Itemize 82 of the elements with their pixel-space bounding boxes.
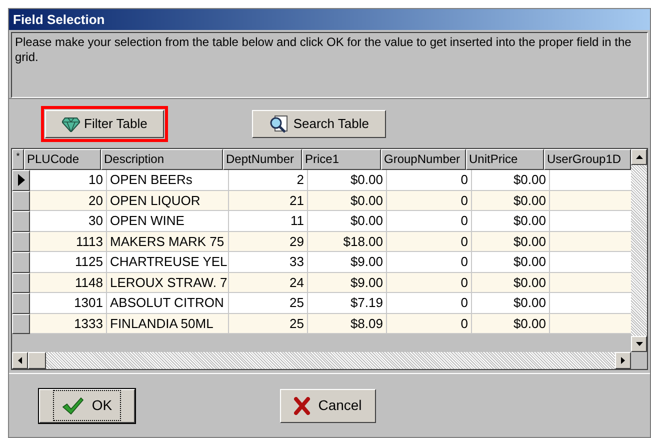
table-cell: 2 xyxy=(229,170,308,190)
dialog-button[interactable]: OK xyxy=(39,388,135,422)
magnifier-icon xyxy=(269,114,290,132)
scroll-thumb[interactable] xyxy=(28,352,46,369)
table-cell: 24 xyxy=(229,272,308,293)
table-cell: 0 xyxy=(387,170,472,190)
row-pointer-icon xyxy=(18,174,24,186)
table-cell: $0.00 xyxy=(472,190,550,211)
table-cell: 11 xyxy=(229,211,308,232)
cross-icon xyxy=(294,396,310,414)
dialog-button[interactable]: Cancel xyxy=(280,388,376,422)
table-cell: 1148 xyxy=(30,272,107,293)
toolbar-button[interactable]: Filter Table xyxy=(45,110,164,138)
table-cell: $0.00 xyxy=(472,293,550,314)
down-arrow-icon xyxy=(636,342,642,346)
right-arrow-icon xyxy=(621,357,625,364)
table-cell: 1333 xyxy=(30,314,107,334)
table-cell: FINLANDIA 50ML xyxy=(107,314,229,334)
table-cell: 0 xyxy=(387,190,472,211)
table-cell: $0.00 xyxy=(472,211,550,232)
row-indicator[interactable] xyxy=(12,252,30,272)
table-cell: 0 xyxy=(387,272,472,293)
row-indicator[interactable] xyxy=(12,232,30,252)
table-cell: 1301 xyxy=(30,293,107,314)
row-indicator[interactable] xyxy=(12,272,30,293)
table-cell: 1113 xyxy=(30,232,107,252)
table-cell: $0.00 xyxy=(472,170,550,190)
row-indicator[interactable] xyxy=(12,314,30,334)
row-indicator[interactable] xyxy=(12,170,30,190)
table-cell: $9.00 xyxy=(308,252,387,272)
checkmark-icon xyxy=(62,396,84,414)
gem-icon xyxy=(62,116,80,132)
table-cell: 10 xyxy=(30,170,107,190)
table-cell: OPEN BEERs xyxy=(107,170,229,190)
table-cell: 25 xyxy=(229,293,308,314)
table-cell: 0 xyxy=(387,293,472,314)
column-header[interactable]: DeptNumber xyxy=(223,149,302,170)
column-header[interactable]: UserGroup1D xyxy=(544,149,631,170)
column-header[interactable]: Price1 xyxy=(302,149,381,170)
table-cell: $18.00 xyxy=(308,232,387,252)
column-header[interactable]: UnitPrice xyxy=(466,149,544,170)
table-cell: 29 xyxy=(229,232,308,252)
table-cell: OPEN WINE xyxy=(107,211,229,232)
table-cell: 33 xyxy=(229,252,308,272)
table-cell: 0 xyxy=(387,314,472,334)
row-indicator[interactable] xyxy=(12,211,30,232)
table-cell: $0.00 xyxy=(472,314,550,334)
table-cell: MAKERS MARK 75 xyxy=(107,232,229,252)
table-cell: LEROUX STRAW. 7 xyxy=(107,272,229,293)
column-header[interactable]: PLUCode xyxy=(24,149,101,170)
corner-cell: * xyxy=(12,149,24,170)
row-indicator[interactable] xyxy=(12,293,30,314)
table-cell: $0.00 xyxy=(308,170,387,190)
up-arrow-icon xyxy=(636,155,642,159)
vertical-scrollbar[interactable] xyxy=(631,149,647,352)
horizontal-scrollbar[interactable] xyxy=(12,352,631,369)
row-indicator[interactable] xyxy=(12,190,30,211)
toolbar-button[interactable]: Search Table xyxy=(252,110,386,138)
window-title: Field Selection xyxy=(9,9,650,30)
table-cell: CHARTREUSE YEL xyxy=(107,252,229,272)
table-cell: $9.00 xyxy=(308,272,387,293)
left-arrow-icon xyxy=(18,357,22,364)
table-cell: $0.00 xyxy=(472,272,550,293)
table-cell: $0.00 xyxy=(472,252,550,272)
table-cell: 0 xyxy=(387,211,472,232)
table-cell: 30 xyxy=(30,211,107,232)
table-cell: 21 xyxy=(229,190,308,211)
table-cell: 25 xyxy=(229,314,308,334)
table-cell: OPEN LIQUOR xyxy=(107,190,229,211)
table-cell: $8.09 xyxy=(308,314,387,334)
table-cell: 20 xyxy=(30,190,107,211)
table-cell: $0.00 xyxy=(308,211,387,232)
table-cell: ABSOLUT CITRON xyxy=(107,293,229,314)
column-header[interactable]: Description xyxy=(101,149,223,170)
table-cell: 0 xyxy=(387,252,472,272)
instructions-text: Please make your selection from the table below and click OK for the value to get inserted into the proper field in the grid. xyxy=(15,35,632,65)
table-cell: 1125 xyxy=(30,252,107,272)
table-cell: $0.00 xyxy=(472,232,550,252)
column-header[interactable]: GroupNumber xyxy=(381,149,466,170)
table-cell: 0 xyxy=(387,232,472,252)
table-cell: $7.19 xyxy=(308,293,387,314)
table-cell: $0.00 xyxy=(308,190,387,211)
